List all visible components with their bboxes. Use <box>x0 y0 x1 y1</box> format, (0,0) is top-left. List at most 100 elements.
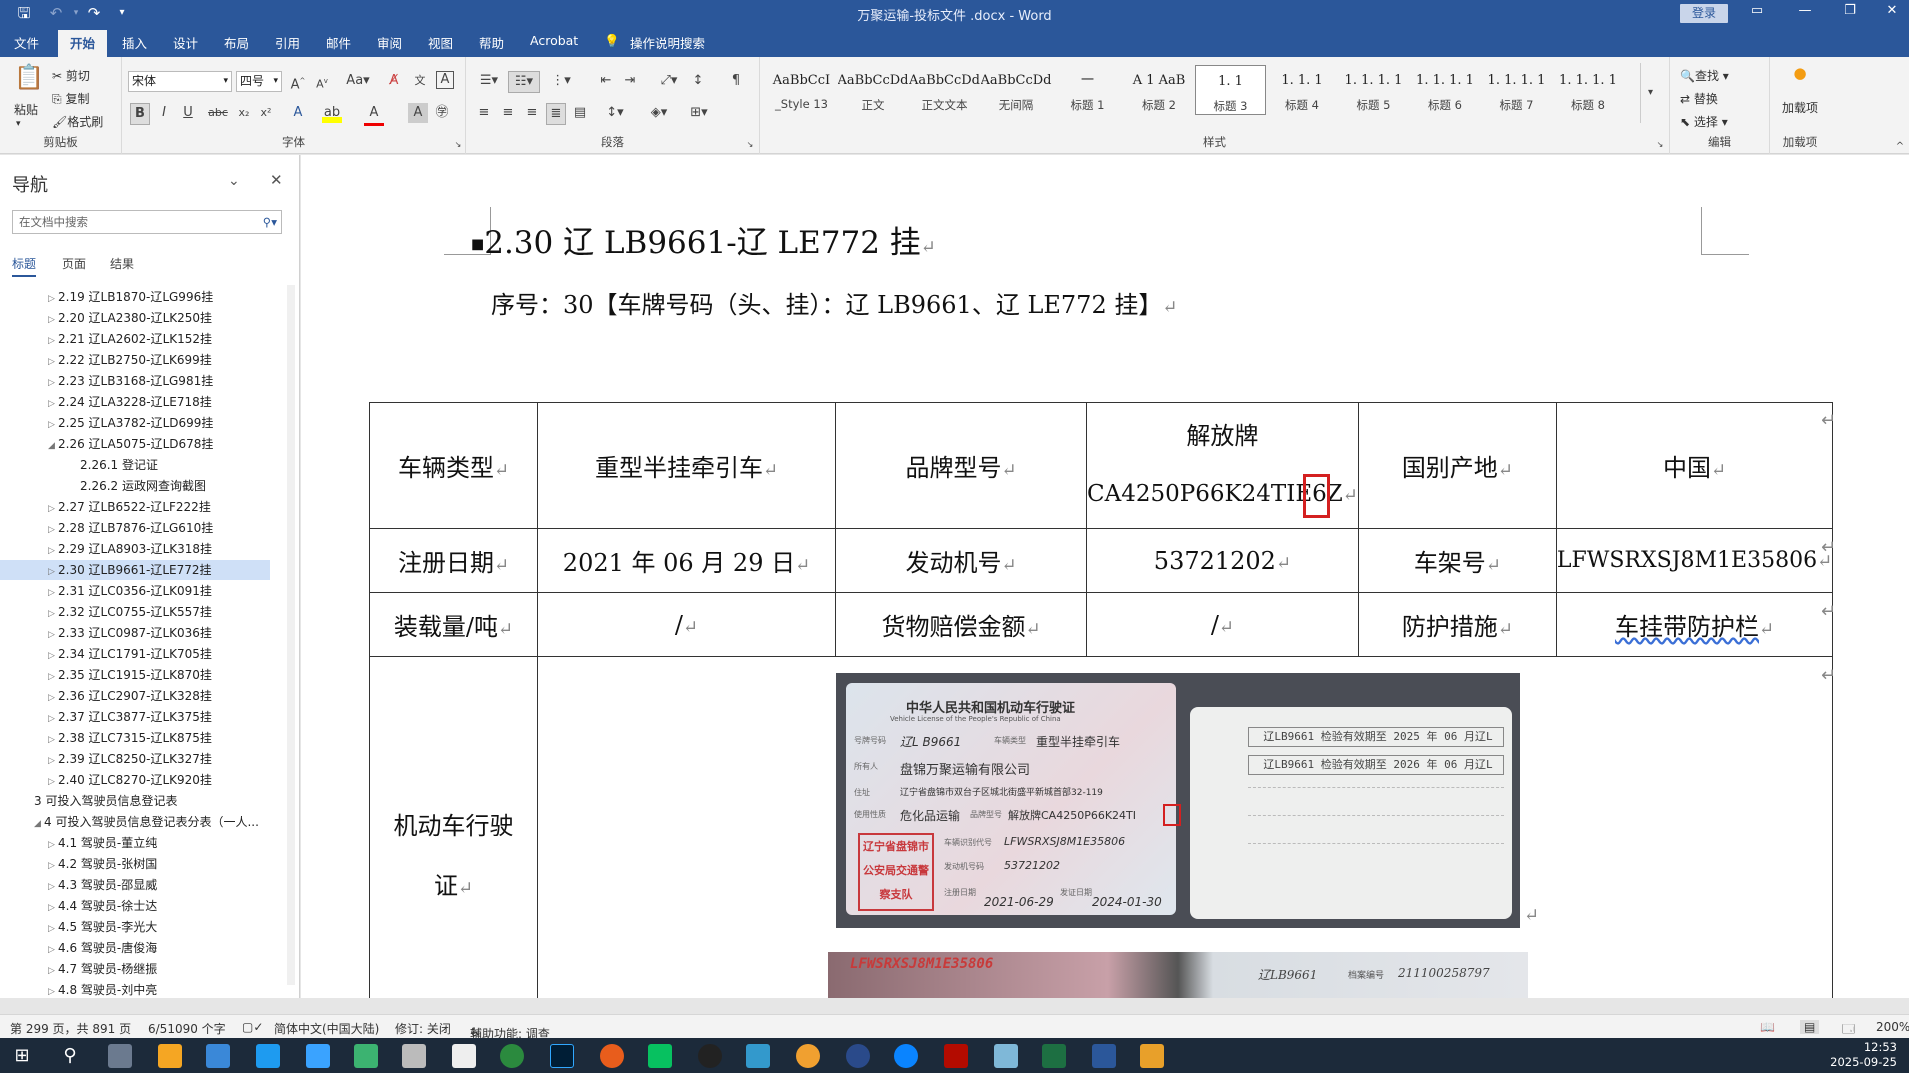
word-count[interactable]: 6/51090 个字 <box>148 1020 226 1037</box>
tab-home[interactable]: 开始 <box>58 30 108 58</box>
increase-indent-icon[interactable]: ⇥ <box>620 71 640 91</box>
superscript-icon[interactable]: x² <box>256 103 276 123</box>
addins-button[interactable]: 加载项 <box>1780 101 1820 116</box>
nav-tab-headings[interactable]: 标题 <box>12 255 37 277</box>
table-cell[interactable]: 国别产地↵ <box>1357 402 1557 529</box>
paste-icon[interactable]: 📋 <box>14 65 44 89</box>
expand-icon[interactable]: ▷ <box>48 394 58 412</box>
clear-format-icon[interactable]: A̸ <box>384 71 404 91</box>
show-marks-icon[interactable]: ¶ <box>726 71 746 91</box>
styles-dialog-launcher-icon[interactable]: ↘ <box>1650 135 1670 155</box>
nav-item[interactable]: 2.26.1 登记证 <box>0 455 270 475</box>
justify-icon[interactable]: ≣ <box>546 103 566 125</box>
cut-button[interactable]: ✂ 剪切 <box>52 67 90 84</box>
acrobat-icon[interactable] <box>944 1044 968 1068</box>
photoshop-icon[interactable] <box>550 1044 574 1068</box>
nav-item[interactable]: ▷ 2.33 辽LC0987-辽LK036挂 <box>0 623 270 643</box>
format-painter-button[interactable]: 🖌格式刷 <box>52 113 103 130</box>
style-item[interactable]: AaBbCcDdI 正文文本 <box>909 65 980 115</box>
table-cell[interactable]: /↵ <box>537 592 836 657</box>
license-photo[interactable]: 中华人民共和国机动车行驶证 Vehicle License of the Peo… <box>836 673 1520 928</box>
align-right-icon[interactable]: ≡ <box>522 103 542 123</box>
close-icon[interactable]: ✕ <box>1877 3 1907 18</box>
tab-mailings[interactable]: 邮件 <box>326 33 351 52</box>
calculator-icon[interactable] <box>108 1044 132 1068</box>
nav-options-icon[interactable]: ⌄ <box>228 173 240 189</box>
app-icon[interactable] <box>256 1044 280 1068</box>
sort-icon[interactable]: ↕ <box>688 71 708 91</box>
nav-item[interactable]: ▷ 2.22 辽LB2750-辽LK699挂 <box>0 350 270 370</box>
nav-item[interactable]: ▷ 2.31 辽LC0356-辽LK091挂 <box>0 581 270 601</box>
table-cell[interactable]: 防护措施↵ <box>1357 592 1557 657</box>
expand-icon[interactable]: ▷ <box>48 310 58 328</box>
underline-icon[interactable]: U <box>178 103 198 123</box>
select-button[interactable]: ⬉ 选择 ▾ <box>1680 113 1728 130</box>
tab-references[interactable]: 引用 <box>275 33 300 52</box>
app-icon[interactable] <box>306 1044 330 1068</box>
app-icon[interactable] <box>354 1044 378 1068</box>
expand-icon[interactable]: ▷ <box>48 856 58 874</box>
app-icon[interactable] <box>994 1044 1018 1068</box>
nav-item[interactable]: ▷ 2.20 辽LA2380-辽LK250挂 <box>0 308 270 328</box>
wechat-icon[interactable] <box>648 1044 672 1068</box>
tab-help[interactable]: 帮助 <box>479 33 504 52</box>
tab-view[interactable]: 视图 <box>428 33 453 52</box>
nav-item[interactable]: ▷ 2.29 辽LA8903-辽LK318挂 <box>0 539 270 559</box>
nav-item[interactable]: ▷ 4.3 驾驶员-邵显威 <box>0 875 270 895</box>
nav-item[interactable]: ▷ 4.2 驾驶员-张树国 <box>0 854 270 874</box>
nav-item[interactable]: ▷ 2.38 辽LC7315-辽LK875挂 <box>0 728 270 748</box>
style-item[interactable]: 1. 1. 1. 1 标题 6 <box>1410 65 1481 115</box>
collapse-ribbon-icon[interactable]: ^ <box>1890 137 1909 157</box>
tab-acrobat[interactable]: Acrobat <box>530 33 578 48</box>
table-cell[interactable]: 重型半挂牵引车↵ <box>537 402 836 529</box>
change-case-icon[interactable]: Aa▾ <box>344 71 372 91</box>
align-center-icon[interactable]: ≡ <box>498 103 518 123</box>
search-icon[interactable]: ⚲▾ <box>263 211 277 233</box>
qq-icon[interactable] <box>698 1044 722 1068</box>
multilevel-list-icon[interactable]: ⋮▾ <box>546 71 576 91</box>
table-cell[interactable]: /↵ <box>1086 592 1359 657</box>
bullets-icon[interactable]: ☰▾ <box>474 71 504 91</box>
ribbon-display-icon[interactable]: ▭ <box>1742 3 1772 18</box>
style-item[interactable]: 1. 1. 1. 1 标题 7 <box>1481 65 1552 115</box>
font-size-select[interactable]: 四号 ▾ <box>236 71 282 92</box>
nav-item[interactable]: ▷ 2.19 辽LB1870-辽LG996挂 <box>0 287 270 307</box>
excel-icon[interactable] <box>1042 1044 1066 1068</box>
enclose-char-icon[interactable]: ㊫ <box>432 103 452 123</box>
expand-icon[interactable]: ▷ <box>48 604 58 622</box>
font-dialog-launcher-icon[interactable]: ↘ <box>448 135 468 155</box>
font-name-select[interactable]: 宋体 ▾ <box>128 71 232 92</box>
nav-item[interactable]: 3 可投入驾驶员信息登记表 <box>0 791 270 811</box>
paste-button[interactable]: 粘贴 <box>14 101 38 118</box>
nav-item[interactable]: ▷ 2.36 辽LC2907-辽LK328挂 <box>0 686 270 706</box>
language[interactable]: 简体中文(中国大陆) <box>274 1020 379 1037</box>
expand-icon[interactable]: ▷ <box>48 940 58 958</box>
style-item[interactable]: AaBbCcI _Style 13 <box>766 65 837 115</box>
app-icon[interactable] <box>746 1044 770 1068</box>
distributed-icon[interactable]: ▤ <box>570 103 590 123</box>
style-item[interactable]: 1. 1. 1. 1 标题 8 <box>1553 65 1624 115</box>
style-item[interactable]: 一标题 1 <box>1052 65 1123 115</box>
expand-icon[interactable]: ▷ <box>48 751 58 769</box>
shading-icon[interactable]: ◈▾ <box>644 103 674 123</box>
subheading[interactable]: 序号：30【车牌号码（头、挂）：辽 LB9661、辽 LE772 挂】↵ <box>491 285 1177 320</box>
table-cell[interactable]: 2021 年 06 月 29 日↵ <box>537 528 836 593</box>
table-cell[interactable]: LFWSRXSJ8M1E35806↵ <box>1555 528 1834 593</box>
borders-icon[interactable]: ⊞▾ <box>684 103 714 123</box>
read-mode-icon[interactable]: 📖 <box>1760 1020 1775 1034</box>
nav-tab-results[interactable]: 结果 <box>110 255 134 272</box>
expand-icon[interactable]: ▷ <box>48 331 58 349</box>
nav-item[interactable]: ▷ 2.35 辽LC1915-辽LK870挂 <box>0 665 270 685</box>
clock[interactable]: 12:53 2025-09-25 <box>1830 1040 1897 1070</box>
app-icon[interactable] <box>600 1044 624 1068</box>
nav-item[interactable]: ▷ 4.5 驾驶员-李光大 <box>0 917 270 937</box>
table-cell[interactable]: 车架号↵ <box>1357 528 1557 593</box>
expand-icon[interactable]: ▷ <box>48 667 58 685</box>
tab-review[interactable]: 审阅 <box>377 33 402 52</box>
expand-icon[interactable]: ▷ <box>48 520 58 538</box>
italic-icon[interactable]: I <box>154 103 174 123</box>
char-shading-icon[interactable]: A <box>408 103 428 123</box>
browser-icon[interactable] <box>894 1044 918 1068</box>
nav-item[interactable]: ◢ 2.26 辽LA5075-辽LD678挂 <box>0 434 270 454</box>
bold-icon[interactable]: B <box>130 103 150 125</box>
